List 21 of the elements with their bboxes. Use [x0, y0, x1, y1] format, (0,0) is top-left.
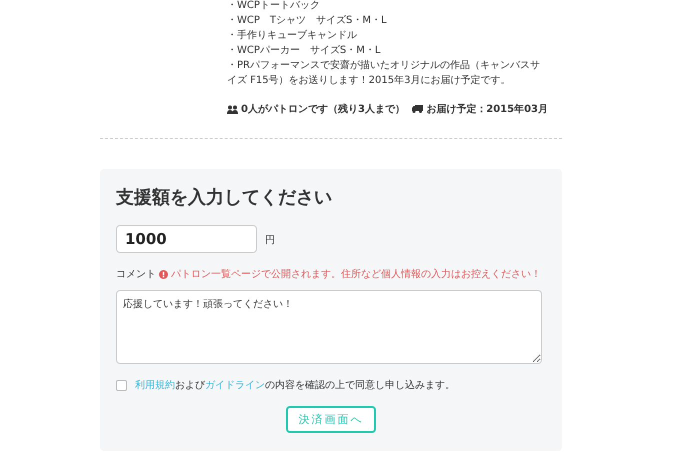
terms-link[interactable]: ガイドライン: [205, 380, 265, 391]
warning-icon: [159, 270, 168, 278]
comment-field[interactable]: 応援しています！頑張ってください！: [116, 290, 542, 364]
agree-checkbox[interactable]: [116, 380, 127, 390]
comment-label: コメント: [116, 268, 156, 281]
reward-item: ・手作りキューブキャンドル: [227, 28, 358, 43]
amount-field[interactable]: 1000: [116, 225, 257, 253]
reward-item: ・WCP Tシャツ サイズS・M・L: [227, 14, 388, 28]
terms-link[interactable]: 利用規約: [135, 380, 175, 391]
patron-count: 0人がパトロンです（残り3人まで）: [241, 102, 405, 116]
truck-icon: [412, 105, 424, 113]
agreement-text: 利用規約およびガイドラインの内容を確認の上で同意し申し込みます。: [135, 378, 455, 392]
warning-text: パトロン一覧ページで公開されます。住所など個人情報の入力はお控えください！: [171, 268, 541, 281]
reward-item: ・PRパフォーマンスで安齋が描いたオリジナルの作品（キャンバスサイズ F15号）をお送りします！2015年3月にお届け予定です。: [227, 58, 541, 88]
delivery-date: お届け予定：2015年03月: [426, 102, 548, 116]
checkout-button[interactable]: 決済画面へ: [286, 406, 376, 433]
reward-item: ・WCPパーカー サイズS・M・L: [227, 44, 382, 58]
reward-item: ・WCPトートバック: [227, 0, 321, 13]
people-icon: [227, 104, 238, 114]
currency-unit: 円: [265, 234, 275, 247]
form-title: 支援額を入力してください: [116, 186, 333, 209]
